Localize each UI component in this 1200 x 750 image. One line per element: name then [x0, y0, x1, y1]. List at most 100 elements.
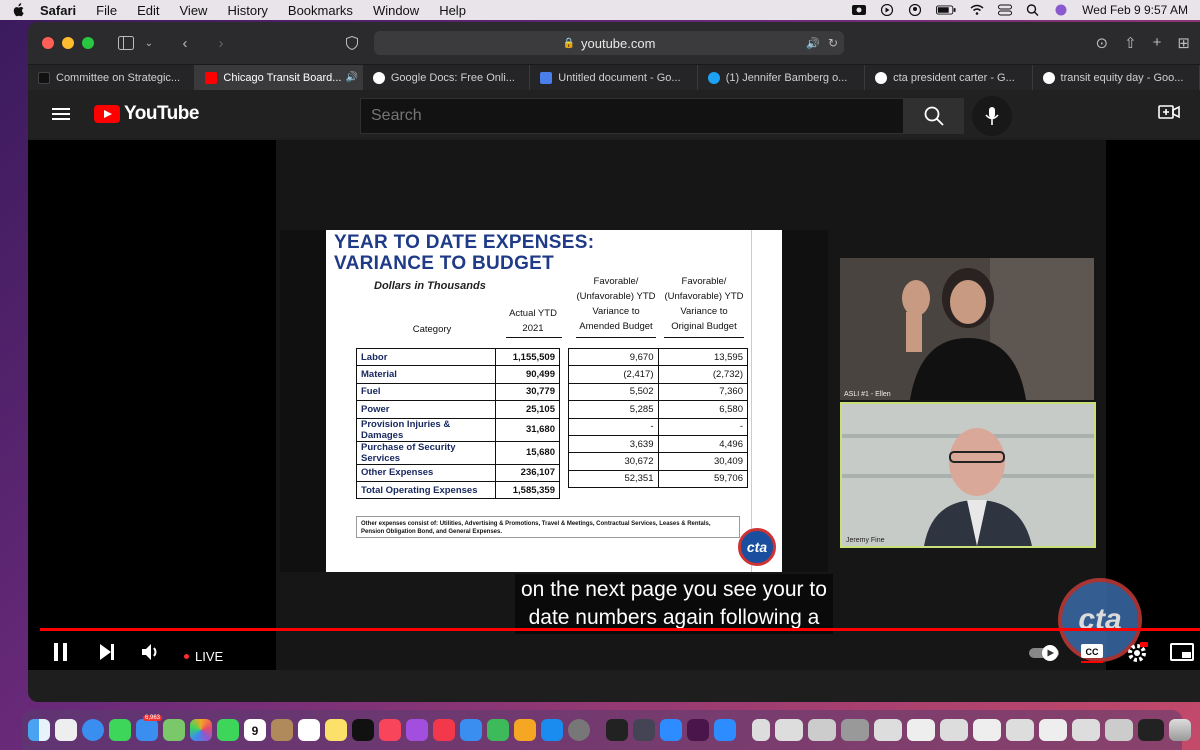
closed-captions-icon[interactable]: CC — [1080, 642, 1104, 664]
live-label: LIVE — [195, 649, 224, 664]
window-thumbnail-icon[interactable] — [874, 719, 902, 741]
settings-gear-icon[interactable] — [1126, 642, 1148, 664]
play-status-icon[interactable] — [880, 4, 894, 16]
control-center-icon[interactable] — [998, 4, 1013, 16]
window-thumbnail-icon[interactable] — [808, 719, 836, 741]
slack-icon[interactable] — [687, 719, 709, 741]
miniplayer-icon[interactable] — [1170, 642, 1194, 662]
menu-clock[interactable]: Wed Feb 9 9:57 AM — [1082, 3, 1188, 17]
menu-app-name[interactable]: Safari — [40, 3, 76, 18]
zoom-meeting-icon[interactable] — [714, 719, 736, 741]
zoom-window-button[interactable] — [82, 37, 94, 49]
tv-icon[interactable] — [352, 719, 374, 741]
music-icon[interactable] — [379, 719, 401, 741]
minimize-window-button[interactable] — [62, 37, 74, 49]
forward-icon[interactable]: › — [212, 35, 230, 52]
pages-icon[interactable] — [514, 719, 536, 741]
calendar-icon[interactable]: 9 — [244, 719, 266, 741]
tab-cta-president[interactable]: cta president carter - G... — [865, 65, 1033, 90]
camera-status-icon[interactable] — [852, 4, 867, 16]
menu-file[interactable]: File — [96, 3, 117, 18]
menu-bookmarks[interactable]: Bookmarks — [288, 3, 353, 18]
tab-untitled-document[interactable]: Untitled document - Go... — [530, 65, 698, 90]
zoom-icon[interactable] — [660, 719, 682, 741]
finder-icon[interactable] — [28, 719, 50, 741]
voice-search-button[interactable] — [972, 96, 1012, 136]
menu-window[interactable]: Window — [373, 3, 419, 18]
maps-icon[interactable] — [163, 719, 185, 741]
window-thumbnail-icon[interactable] — [1006, 719, 1034, 741]
menu-edit[interactable]: Edit — [137, 3, 159, 18]
video-player[interactable]: YEAR TO DATE EXPENSES: VARIANCE TO BUDGE… — [28, 140, 1200, 670]
speaker-name-label: Jeremy Fine — [846, 537, 885, 544]
youtube-logo[interactable]: YouTube — [94, 103, 199, 125]
create-video-button[interactable] — [1158, 104, 1180, 125]
siri-icon[interactable] — [1054, 4, 1068, 16]
trash-icon[interactable] — [1169, 719, 1191, 741]
apple-icon[interactable] — [12, 3, 24, 17]
sidebar-toggle-icon[interactable] — [118, 36, 134, 50]
menu-history[interactable]: History — [227, 3, 267, 18]
contacts-icon[interactable] — [271, 719, 293, 741]
window-thumbnail-icon[interactable] — [940, 719, 968, 741]
app-store-icon[interactable] — [541, 719, 563, 741]
privacy-shield-icon[interactable] — [346, 36, 358, 50]
reload-icon[interactable]: ↻ — [828, 36, 838, 50]
menu-help[interactable]: Help — [439, 3, 466, 18]
keynote-icon[interactable] — [460, 719, 482, 741]
app-icon[interactable] — [633, 719, 655, 741]
back-icon[interactable]: ‹ — [176, 35, 194, 52]
volume-icon[interactable] — [140, 642, 162, 662]
facetime-icon[interactable] — [217, 719, 239, 741]
share-icon[interactable]: ⇧ — [1124, 34, 1137, 52]
photos-icon[interactable] — [190, 719, 212, 741]
window-thumbnail-icon[interactable] — [775, 719, 803, 741]
safari-icon[interactable] — [82, 719, 104, 741]
window-thumbnail-icon[interactable] — [1105, 719, 1133, 741]
pause-icon[interactable] — [52, 642, 70, 662]
window-thumbnail-icon[interactable] — [973, 719, 1001, 741]
user-status-icon[interactable] — [908, 4, 922, 16]
search-input[interactable] — [360, 98, 904, 134]
numbers-icon[interactable] — [487, 719, 509, 741]
close-window-button[interactable] — [42, 37, 54, 49]
tab-committee[interactable]: Committee on Strategic... — [28, 65, 196, 90]
window-thumbnail-icon[interactable] — [1039, 719, 1067, 741]
search-button[interactable] — [904, 98, 964, 134]
document-thumbnail-icon[interactable] — [752, 719, 770, 741]
live-indicator[interactable]: LIVE — [184, 649, 223, 664]
speaker-audio-icon[interactable]: 🔊 — [806, 37, 820, 50]
reminders-icon[interactable] — [298, 719, 320, 741]
chevron-down-icon[interactable]: ⌄ — [140, 38, 158, 49]
autoplay-toggle[interactable] — [1028, 644, 1060, 662]
hamburger-menu-icon[interactable] — [52, 105, 70, 123]
system-preferences-icon[interactable] — [568, 719, 590, 741]
mail-icon[interactable]: 6,963 — [136, 715, 162, 741]
podcasts-icon[interactable] — [406, 719, 428, 741]
news-icon[interactable] — [433, 719, 455, 741]
progress-bar[interactable] — [40, 628, 1200, 631]
tab-chicago-transit[interactable]: Chicago Transit Board... 🔊 — [195, 65, 363, 90]
tab-overview-icon[interactable]: ⊞ — [1177, 34, 1190, 52]
downloads-icon[interactable]: ⊙ — [1096, 34, 1109, 52]
wifi-icon[interactable] — [970, 4, 984, 16]
next-icon[interactable] — [98, 642, 116, 662]
messages-icon[interactable] — [109, 719, 131, 741]
tab-twitter[interactable]: (1) Jennifer Bamberg o... — [698, 65, 866, 90]
window-thumbnail-icon[interactable] — [907, 719, 935, 741]
address-bar[interactable]: 🔒 youtube.com 🔊 ↻ — [374, 31, 844, 55]
notes-icon[interactable] — [325, 719, 347, 741]
tab-google-docs[interactable]: Google Docs: Free Onli... — [363, 65, 531, 90]
menu-view[interactable]: View — [180, 3, 208, 18]
window-thumbnail-icon[interactable] — [841, 719, 869, 741]
new-tab-icon[interactable]: + — [1153, 34, 1162, 52]
app-icon[interactable] — [606, 719, 628, 741]
table-category-actual: Labor 1,155,509 Material 90,499 Fuel 30,779 Po… — [356, 347, 560, 500]
tab-transit-equity[interactable]: transit equity day - Goo... — [1033, 65, 1200, 90]
battery-icon[interactable] — [936, 4, 956, 16]
window-thumbnail-icon[interactable] — [1138, 719, 1164, 741]
tab-audio-icon[interactable]: 🔊 — [345, 72, 357, 83]
spotlight-icon[interactable] — [1026, 4, 1040, 16]
window-thumbnail-icon[interactable] — [1072, 719, 1100, 741]
launchpad-icon[interactable] — [55, 719, 77, 741]
